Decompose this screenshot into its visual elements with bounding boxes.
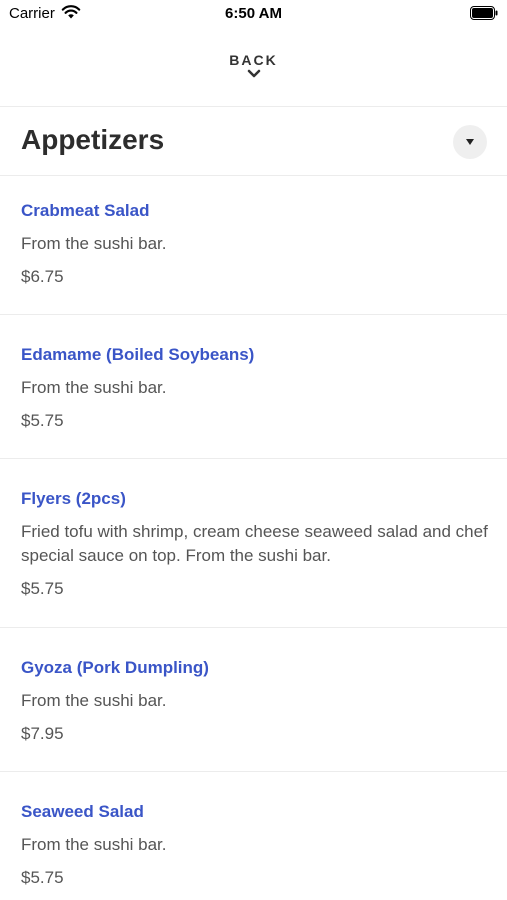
menu-item[interactable]: Flyers (2pcs) Fried tofu with shrimp, cr… (21, 488, 491, 600)
item-description: From the sushi bar. (21, 835, 167, 854)
divider (0, 627, 507, 628)
section-dropdown-button[interactable] (453, 125, 487, 159)
item-price: $5.75 (21, 579, 64, 598)
divider (0, 314, 507, 315)
divider (0, 458, 507, 459)
item-description: From the sushi bar. (21, 691, 167, 710)
item-name: Seaweed Salad (21, 802, 144, 821)
menu-item[interactable]: Gyoza (Pork Dumpling) From the sushi bar… (21, 657, 491, 745)
item-price: $7.95 (21, 724, 64, 743)
item-name: Flyers (2pcs) (21, 489, 126, 508)
item-name: Gyoza (Pork Dumpling) (21, 658, 209, 677)
menu-item[interactable]: Crabmeat Salad From the sushi bar. $6.75 (21, 200, 491, 288)
clock: 6:50 AM (225, 5, 282, 22)
divider (0, 175, 507, 176)
menu-item[interactable]: Seaweed Salad From the sushi bar. $5.75 (21, 801, 491, 889)
item-description: From the sushi bar. (21, 234, 167, 253)
back-label: BACK (229, 52, 278, 68)
item-price: $5.75 (21, 411, 64, 430)
item-description: Fried tofu with shrimp, cream cheese sea… (21, 522, 488, 565)
back-button[interactable]: BACK (0, 52, 507, 79)
divider (0, 106, 507, 107)
item-price: $6.75 (21, 267, 64, 286)
caret-down-icon (466, 139, 474, 145)
item-price: $5.75 (21, 868, 64, 887)
divider (0, 771, 507, 772)
battery-icon (470, 6, 498, 20)
status-bar: Carrier 6:50 AM (0, 0, 507, 28)
menu-item[interactable]: Edamame (Boiled Soybeans) From the sushi… (21, 344, 491, 432)
item-name: Crabmeat Salad (21, 201, 150, 220)
chevron-down-icon (247, 69, 260, 78)
item-name: Edamame (Boiled Soybeans) (21, 345, 255, 364)
section-title: Appetizers (21, 124, 165, 155)
item-description: From the sushi bar. (21, 378, 167, 397)
